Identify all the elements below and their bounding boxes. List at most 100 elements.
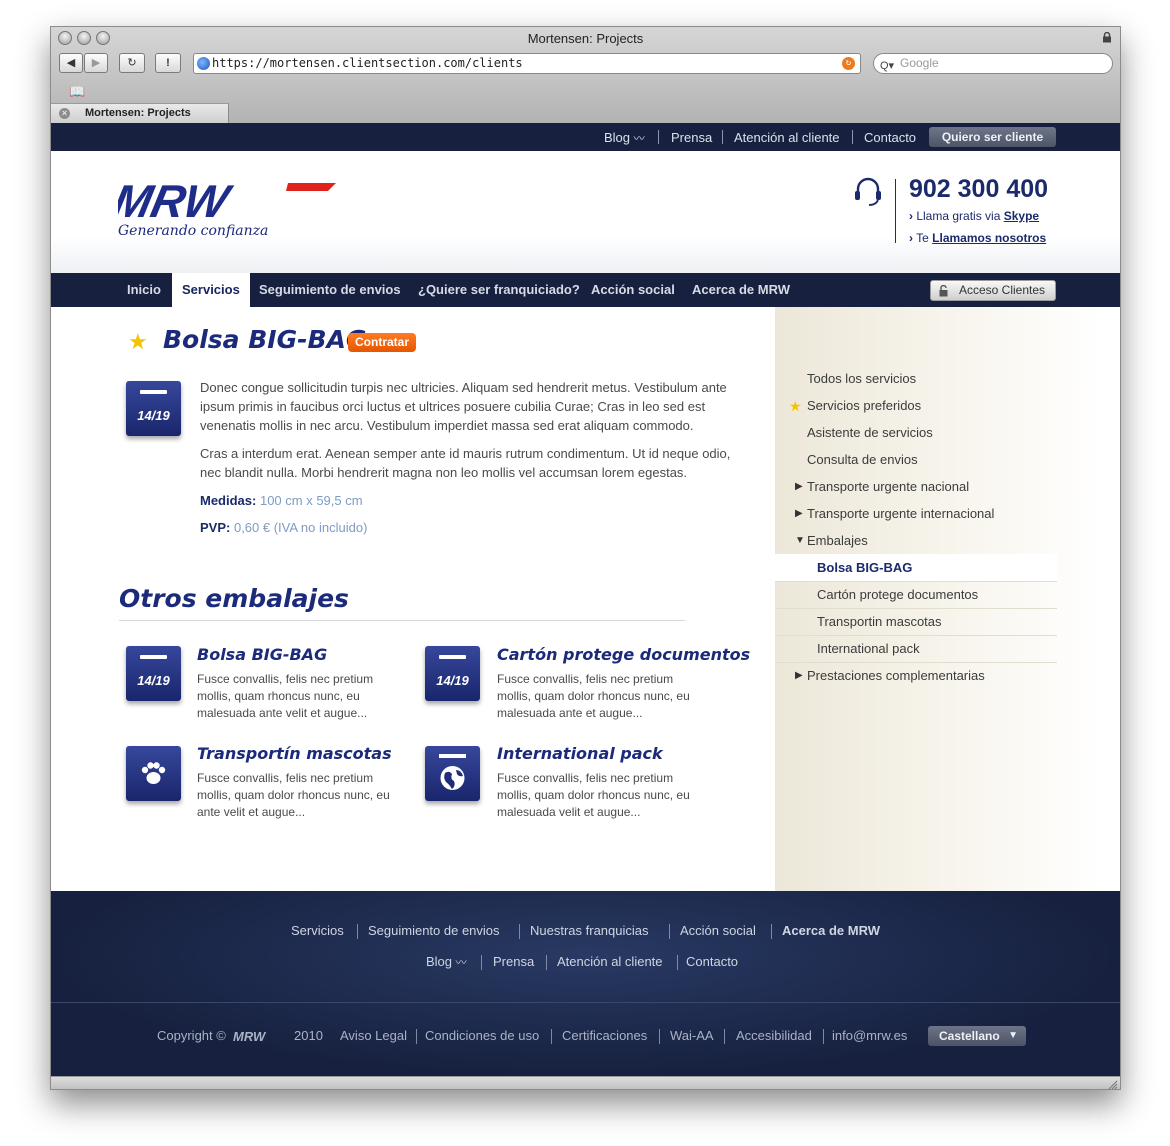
topbar-link-contacto[interactable]: Contacto (864, 130, 916, 145)
product-description-1: Donec congue sollicitudin turpis nec ult… (200, 380, 727, 433)
topbar-link-atencion[interactable]: Atención al cliente (734, 130, 840, 145)
forward-arrow-icon: ▶ (91, 57, 101, 69)
triangle-right-icon: ▶ (795, 481, 803, 492)
topbar-link-prensa[interactable]: Prensa (671, 130, 712, 145)
medidas-row: Medidas: 100 cm x 59,5 cm (200, 493, 363, 508)
footer-link-accion-social[interactable]: Acción social (680, 923, 756, 938)
star-icon[interactable]: ★ (128, 329, 148, 355)
site-footer: Servicios Seguimiento de envios Nuestras… (51, 891, 1120, 1076)
triangle-right-icon: ▶ (795, 508, 803, 519)
card-title-international[interactable]: International pack (497, 744, 663, 763)
reload-button[interactable]: ↻ (119, 53, 145, 73)
back-button[interactable]: ◀ (59, 53, 83, 73)
mrw-logo[interactable]: MRW (118, 181, 338, 221)
sidebar-item-todos[interactable]: Todos los servicios (807, 371, 916, 386)
card-text-transportin: Fusce convallis, felis nec pretium molli… (197, 771, 390, 819)
phone-number[interactable]: 902 300 400 (909, 175, 1048, 204)
footer-link-blog[interactable]: Blog 〰 (426, 954, 467, 970)
browser-tab[interactable]: × Mortensen: Projects (51, 103, 229, 123)
call-skype-line: › Llama gratis via Skype (909, 209, 1040, 223)
topbar-link-blog[interactable]: Blog 〰 (604, 130, 645, 146)
headset-icon (855, 177, 881, 206)
info-icon: ! (166, 57, 170, 69)
sidebar-item-embalajes[interactable]: Embalajes (807, 533, 868, 548)
chevron-right-icon: › (909, 209, 913, 223)
card-text-carton: Fusce convallis, felis nec pretium molli… (497, 672, 690, 720)
footer-link-atencion[interactable]: Atención al cliente (557, 954, 663, 969)
skype-link[interactable]: Skype (1004, 209, 1039, 223)
resize-grip-icon[interactable] (1108, 1080, 1118, 1090)
footer-link-aviso-legal[interactable]: Aviso Legal (340, 1028, 407, 1043)
footer-link-condiciones[interactable]: Condiciones de uso (425, 1028, 539, 1043)
address-bar[interactable]: https://mortensen.clientsection.com/clie… (193, 53, 861, 74)
browser-window: Mortensen: Projects ◀ ▶ ↻ ! https://mort… (50, 26, 1121, 1090)
card-title-transportin[interactable]: Transportín mascotas (197, 744, 392, 763)
card-text-international: Fusce convallis, felis nec pretium molli… (497, 771, 690, 819)
footer-link-acerca[interactable]: Acerca de MRW (782, 923, 880, 938)
quiero-ser-cliente-button[interactable]: Quiero ser cliente (929, 127, 1056, 147)
sidebar-item-preferidos[interactable]: Servicios preferidos (807, 398, 921, 413)
tab-close-icon[interactable]: × (59, 108, 70, 119)
copyright-text: Copyright © (157, 1028, 226, 1043)
sidebar-item-consulta[interactable]: Consulta de envios (807, 452, 918, 467)
footer-link-wai-aa[interactable]: Wai-AA (670, 1028, 714, 1043)
card-text-bolsa: Fusce convallis, felis nec pretium molli… (197, 672, 374, 720)
card-title-bolsa[interactable]: Bolsa BIG-BAG (197, 645, 327, 664)
footer-link-franquicias[interactable]: Nuestras franquicias (530, 923, 649, 938)
sidebar-item-asistente[interactable]: Asistente de servicios (807, 425, 933, 440)
mrw-footer-logo: MRW (233, 1029, 267, 1043)
sidebar-item-internacional[interactable]: Transporte urgente internacional (807, 506, 994, 521)
footer-link-seguimiento[interactable]: Seguimiento de envios (368, 923, 500, 938)
call-back-line: › Te Llamamos nosotros (909, 231, 1047, 245)
contratar-button[interactable]: Contratar (348, 333, 417, 352)
bookmarks-icon[interactable]: 📖 (69, 84, 85, 100)
tagline: Generando confianza (118, 223, 269, 239)
forward-button[interactable]: ▶ (84, 53, 108, 73)
rss-icon: 〰 (455, 957, 467, 969)
footer-link-accesibilidad[interactable]: Accesibilidad (736, 1028, 812, 1043)
search-input[interactable]: Q▾ Google (873, 53, 1113, 74)
rss-feed-icon[interactable]: ↻ (842, 57, 855, 70)
search-icon: Q▾ (880, 60, 895, 72)
acceso-clientes-button[interactable]: Acceso Clientes (930, 280, 1056, 301)
footer-link-certificaciones[interactable]: Certificaciones (562, 1028, 647, 1043)
footer-link-contacto[interactable]: Contacto (686, 954, 738, 969)
footer-link-email[interactable]: info@mrw.es (832, 1028, 907, 1043)
address-text: https://mortensen.clientsection.com/clie… (212, 56, 523, 70)
card-title-carton[interactable]: Cartón protege documentos (497, 645, 750, 664)
nav-acerca[interactable]: Acerca de MRW (692, 273, 790, 307)
sidebar-subitem-bolsa[interactable]: Bolsa BIG-BAG (775, 554, 1057, 581)
calendar-icon[interactable]: 14/19 (126, 646, 181, 701)
paw-icon[interactable] (126, 746, 181, 801)
llamamos-link[interactable]: Llamamos nosotros (932, 231, 1046, 245)
page-title: Bolsa BIG-BAG (163, 325, 367, 354)
nav-accion-social[interactable]: Acción social (591, 273, 675, 307)
globe-icon[interactable] (425, 746, 480, 801)
footer-link-prensa[interactable]: Prensa (493, 954, 534, 969)
nav-servicios[interactable]: Servicios (172, 273, 250, 307)
svg-text:MRW: MRW (233, 1029, 267, 1043)
sidebar-item-nacional[interactable]: Transporte urgente nacional (807, 479, 969, 494)
language-select[interactable]: Castellano ▼ (928, 1026, 1026, 1046)
chevron-right-icon: › (909, 231, 913, 245)
window-title: Mortensen: Projects (527, 31, 644, 46)
site-globe-icon (197, 57, 210, 70)
otros-embalajes-title: Otros embalajes (119, 584, 349, 613)
sidebar-item-prestaciones[interactable]: Prestaciones complementarias (807, 668, 985, 683)
calendar-icon: 14/19 (126, 381, 181, 436)
sidebar-subitem-carton[interactable]: Cartón protege documentos (775, 581, 1057, 608)
info-button[interactable]: ! (155, 53, 181, 73)
nav-franquiciado[interactable]: ¿Quiere ser franquiciado? (418, 273, 580, 307)
footer-link-servicios[interactable]: Servicios (291, 923, 344, 938)
calendar-icon[interactable]: 14/19 (425, 646, 480, 701)
nav-seguimiento[interactable]: Seguimiento de envios (259, 273, 401, 307)
sidebar-subitem-international[interactable]: International pack (775, 635, 1057, 662)
lock-icon (1103, 32, 1111, 43)
sidebar-subitem-transportin[interactable]: Transportin mascotas (775, 608, 1057, 635)
tab-label: Mortensen: Projects (85, 107, 191, 119)
main-nav: Inicio Servicios Seguimiento de envios ¿… (51, 273, 1120, 307)
search-placeholder: Google (900, 56, 939, 70)
star-icon: ★ (789, 398, 802, 414)
browser-toolbar: Mortensen: Projects ◀ ▶ ↻ ! https://mort… (51, 27, 1120, 123)
nav-inicio[interactable]: Inicio (127, 273, 161, 307)
